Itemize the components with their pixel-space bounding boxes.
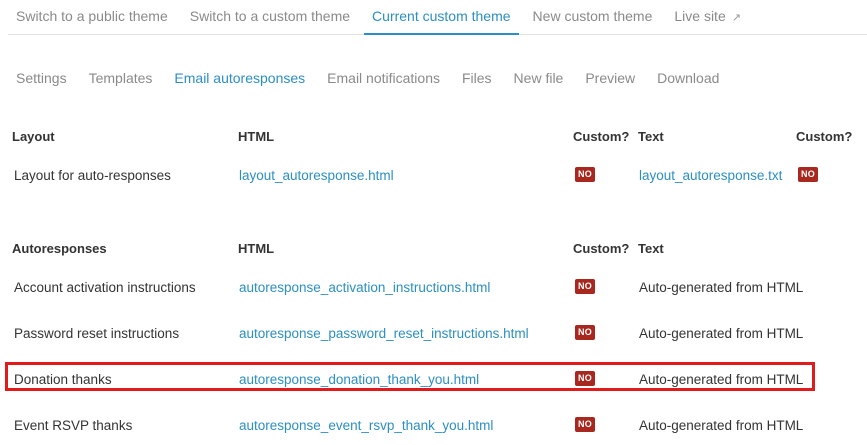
tab-current-custom-theme[interactable]: Current custom theme: [364, 0, 519, 35]
sub-tab-bar: Settings Templates Email autoresponses E…: [8, 70, 733, 86]
subtab-files[interactable]: Files: [454, 70, 500, 86]
table-row-text: Auto-generated from HTML: [639, 372, 804, 387]
table-row-text: Auto-generated from HTML: [639, 418, 804, 433]
status-badge: NO: [575, 417, 596, 432]
subtab-new-file[interactable]: New file: [506, 70, 572, 86]
autoresponse-html-link[interactable]: autoresponse_event_rsvp_thank_you.html: [239, 418, 493, 433]
external-link-icon: ↗: [731, 12, 741, 24]
layout-header-name: Layout: [12, 129, 55, 144]
autoresponses-header-html: HTML: [238, 241, 275, 256]
subtab-email-notifications[interactable]: Email notifications: [319, 70, 448, 86]
subtab-preview[interactable]: Preview: [577, 70, 643, 86]
layout-header-custom-html: Custom?: [573, 129, 630, 144]
status-badge: NO: [575, 279, 596, 294]
status-badge: NO: [575, 167, 596, 182]
tab-switch-custom-theme[interactable]: Switch to a custom theme: [182, 0, 358, 34]
table-row-name: Donation thanks: [14, 372, 112, 387]
subtab-templates[interactable]: Templates: [81, 70, 161, 86]
autoresponse-html-link[interactable]: autoresponse_password_reset_instructions…: [239, 326, 529, 341]
tab-live-site[interactable]: Live site ↗: [666, 0, 749, 34]
layout-header-text: Text: [638, 129, 664, 144]
layout-header-html: HTML: [238, 129, 275, 144]
tab-switch-public-theme[interactable]: Switch to a public theme: [8, 0, 176, 34]
tab-live-site-label: Live site: [674, 8, 726, 24]
status-badge: NO: [575, 325, 596, 340]
autoresponse-html-link[interactable]: autoresponse_donation_thank_you.html: [239, 372, 479, 387]
layout-html-link[interactable]: layout_autoresponse.html: [239, 168, 394, 183]
subtab-download[interactable]: Download: [649, 70, 727, 86]
table-row-name: Event RSVP thanks: [14, 418, 133, 433]
table-row-text: Auto-generated from HTML: [639, 280, 804, 295]
layout-text-link[interactable]: layout_autoresponse.txt: [639, 168, 782, 183]
autoresponses-header-name: Autoresponses: [12, 241, 107, 256]
status-badge: NO: [575, 371, 596, 386]
status-badge: NO: [798, 167, 819, 182]
subtab-settings[interactable]: Settings: [8, 70, 75, 86]
autoresponse-html-link[interactable]: autoresponse_activation_instructions.htm…: [239, 280, 490, 295]
subtab-email-autoresponses[interactable]: Email autoresponses: [166, 70, 313, 86]
top-tab-bar: Switch to a public theme Switch to a cus…: [8, 0, 867, 35]
autoresponses-header-text: Text: [638, 241, 664, 256]
tab-new-custom-theme[interactable]: New custom theme: [525, 0, 661, 34]
table-row-text: Auto-generated from HTML: [639, 326, 804, 341]
autoresponses-header-custom: Custom?: [573, 241, 630, 256]
layout-row-name: Layout for auto-responses: [14, 168, 171, 183]
table-row-name: Password reset instructions: [14, 326, 180, 341]
table-row-name: Account activation instructions: [14, 280, 196, 295]
layout-header-custom-text: Custom?: [796, 129, 853, 144]
